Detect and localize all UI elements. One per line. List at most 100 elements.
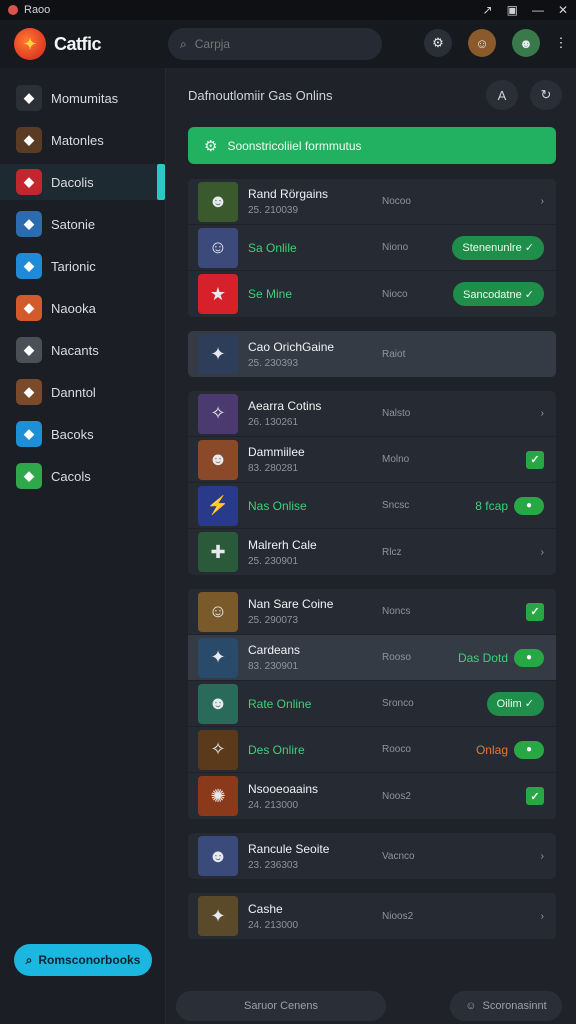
status-pill[interactable]: Stenenunlre ✓ [452,235,544,260]
chevron-right-icon[interactable]: › [541,547,544,558]
game-row[interactable]: ★ Se Mine Nioco Sancodatne ✓ [188,271,556,317]
sidebar-item[interactable]: ◆ Danntol [0,374,165,410]
game-subtitle: 24. 213000 [248,799,299,811]
sidebar-item-label: Matonles [51,132,104,148]
game-thumbnail: ☻ [198,181,238,222]
game-subtitle: 25. 290073 [248,615,299,626]
footer-right-button[interactable]: ☺ Scoronasinnt [450,991,562,1021]
game-icon: ◆ [16,253,42,279]
game-row[interactable]: ✧ Aearra Cotins 26. 130261 Nalsto › [188,391,556,437]
game-subtitle: 25. 230901 [248,555,299,567]
game-info: Nan Sare Coine 25. 290073 [248,597,368,626]
close-icon[interactable]: ✕ [558,3,568,17]
game-status-text: Sronco [382,698,414,709]
window-title: Raoo [24,4,51,16]
sidebar-item[interactable]: ◆ Matonles [0,122,165,158]
game-row[interactable]: ☺ Nan Sare Coine 25. 290073 Noncs ✓ [188,589,556,635]
game-subtitle: 83. 230901 [248,661,299,672]
game-name: Aearra Cotins [248,399,322,413]
game-info: Rate Online [248,697,368,711]
game-row[interactable]: ✚ Malrerh Cale 25. 230901 Rlcz › [188,529,556,575]
checkbox[interactable]: ✓ [526,787,544,805]
game-group: ✦ Cao OrichGaine 25. 230393 Raiot [188,331,556,377]
chevron-right-icon[interactable]: › [541,851,544,862]
game-info: Cashe 24. 213000 [248,902,368,931]
trophy-icon[interactable]: ☺ [468,29,496,57]
game-thumbnail: ☻ [198,836,238,876]
sidebar-item[interactable]: ◆ Momumitas [0,80,165,116]
game-group: ✦ Cashe 24. 213000 Nioos2 › [188,893,556,939]
sidebar-item-label: Dacolis [51,174,94,190]
sidebar-item[interactable]: ◆ Cacols [0,458,165,494]
game-info: Nsooeoaains 24. 213000 [248,782,368,811]
footer-left-button[interactable]: Saruor Cenens [176,991,386,1021]
game-row[interactable]: ✦ Cao OrichGaine 25. 230393 Raiot [188,331,556,377]
search-bar[interactable]: ⌕ [168,28,382,60]
sidebar-bottom-button[interactable]: ⌕ Romsconorbooks [14,944,152,976]
share-icon[interactable]: ↗ [483,3,493,17]
game-thumbnail: ☺ [198,227,238,268]
sidebar-item[interactable]: ◆ Naooka [0,290,165,326]
minimize-icon[interactable]: — [532,3,544,17]
game-status-text: Rlcz [382,546,402,558]
sidebar-item[interactable]: ◆ Tarionic [0,248,165,284]
game-name: Rand Rörgains [248,187,329,201]
title-bar: Raoo ↗ ▣ — ✕ [0,0,576,20]
gear-icon: ⚙ [204,137,218,155]
banner-text: Soonstricoliiel formmutus [227,138,362,153]
checkbox[interactable]: ✓ [526,450,544,469]
sidebar-item[interactable]: ◆ Bacoks [0,416,165,452]
status-pill[interactable]: Oilim ✓ [486,691,544,716]
game-status-text: Rooso [382,652,411,663]
checkbox[interactable]: ✓ [526,602,544,621]
game-subtitle: 24. 213000 [248,919,299,931]
more-icon[interactable]: ⋮ [555,29,568,57]
chevron-right-icon[interactable]: › [541,196,544,207]
search-icon: ⌕ [180,36,187,51]
game-row[interactable]: ✧ Des Onlire Rooco Onlag ● [188,727,556,773]
app-header: ✦ Catfic ⌕ ⚙ ☺ ☻ ⋮ [0,20,576,68]
game-subtitle: 25. 210039 [248,205,299,216]
game-name: Rate Online [248,696,312,711]
chevron-right-icon[interactable]: › [541,911,544,922]
game-row[interactable]: ✦ Cardeans 83. 230901 Rooso Das Dotd ● [188,635,556,681]
sidebar-item-label: Nacants [51,342,99,358]
game-row[interactable]: ☻ Dammiilee 83. 280281 Molno ✓ [188,437,556,483]
game-row[interactable]: ☻ Rancule Seoite 23. 236303 Vacnco › [188,833,556,879]
status-banner[interactable]: ⚙ Soonstricoliiel formmutus [188,127,556,164]
font-icon[interactable]: A [486,80,518,110]
game-icon: ◆ [16,295,42,321]
toggle-switch[interactable]: ● [514,496,544,515]
refresh-icon[interactable]: ↻ [530,80,562,110]
game-info: Des Onlire [248,743,368,757]
chat-icon: ☺ [465,1000,477,1012]
app-name: Catfic [54,33,102,54]
game-info: Cao OrichGaine 25. 230393 [248,340,368,369]
game-thumbnail: ✦ [198,334,238,374]
app-logo[interactable]: ✦ Catfic [14,28,102,60]
search-input[interactable] [194,37,355,51]
game-row[interactable]: ✺ Nsooeoaains 24. 213000 Noos2 ✓ [188,773,556,819]
game-row[interactable]: ☻ Rand Rörgains 25. 210039 Nocoo › [188,179,556,225]
game-name: Malrerh Cale [248,537,317,552]
status-pill[interactable]: Sancodatne ✓ [453,282,544,306]
game-name: Cardeans [248,643,301,657]
game-row[interactable]: ☺ Sa Onlile Niono Stenenunlre ✓ [188,225,556,271]
game-row[interactable]: ☻ Rate Online Sronco Oilim ✓ [188,681,556,727]
notifications-icon[interactable]: ⚙ [424,29,452,57]
game-name: Cashe [248,901,283,916]
toggle-switch[interactable]: ● [514,740,544,759]
chevron-right-icon[interactable]: › [541,408,544,419]
game-status-text: Molno [382,454,410,465]
sidebar-item[interactable]: ◆ Dacolis [0,164,165,200]
game-status-text: Nalsto [382,408,411,419]
game-status-text: Vacnco [382,850,415,862]
sidebar-item[interactable]: ◆ Nacants [0,332,165,368]
game-row[interactable]: ✦ Cashe 24. 213000 Nioos2 › [188,893,556,939]
status-label: 8 fcap [475,498,508,513]
toggle-switch[interactable]: ● [514,648,544,667]
screen-icon[interactable]: ▣ [507,3,518,17]
sidebar-item[interactable]: ◆ Satonie [0,206,165,242]
avatar[interactable]: ☻ [512,29,540,57]
game-row[interactable]: ⚡ Nas Onlise Sncsc 8 fcap ● [188,483,556,529]
